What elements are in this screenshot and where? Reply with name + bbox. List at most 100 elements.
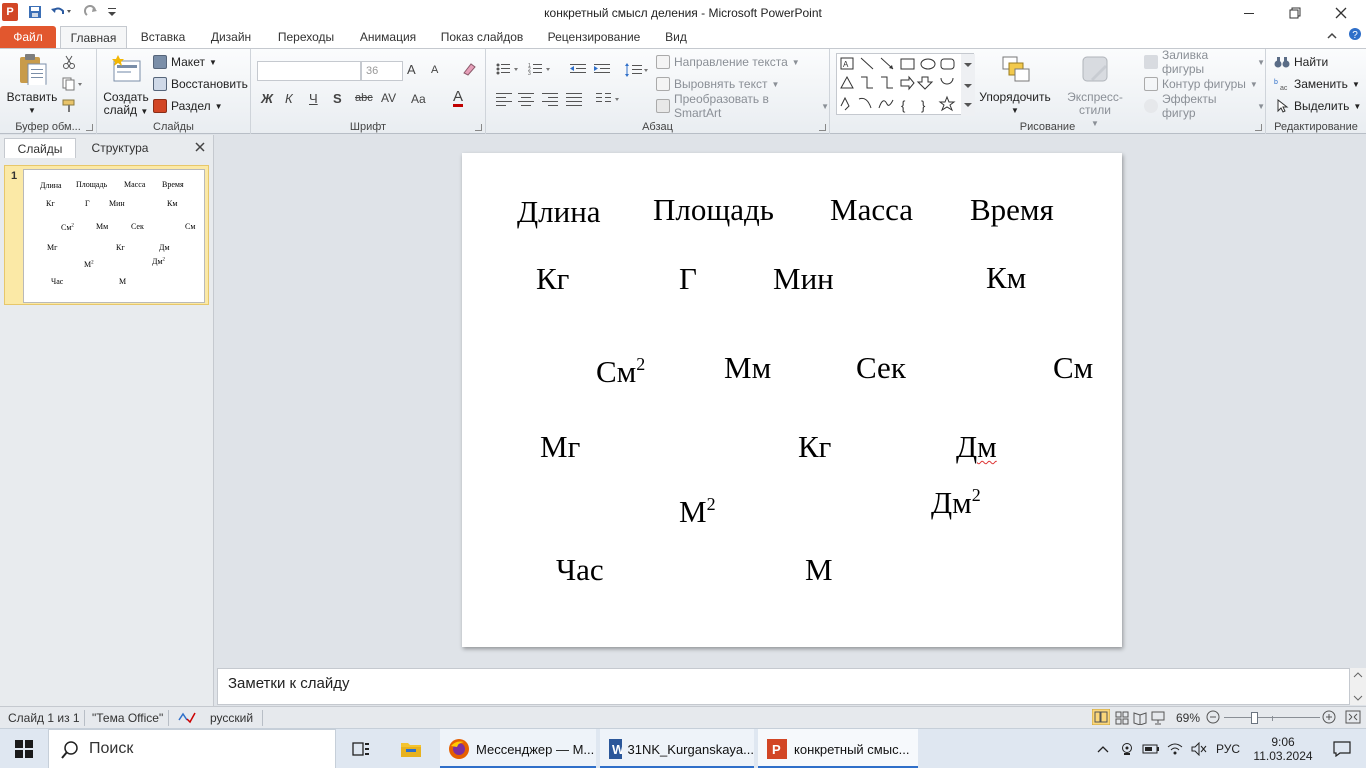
smartart-button[interactable]: Преобразовать в SmartArt ▼ [656, 92, 829, 120]
tray-clock[interactable]: 9:06 11.03.2024 [1248, 729, 1318, 768]
font-color-button[interactable]: A [453, 89, 464, 107]
minimize-ribbon-icon[interactable] [1322, 26, 1342, 48]
select-button[interactable]: Выделить ▼ [1274, 97, 1361, 115]
spellcheck-icon[interactable] [178, 710, 196, 727]
drawing-launcher-icon[interactable] [1255, 124, 1262, 131]
shrink-font-icon[interactable]: A [431, 64, 438, 76]
tray-volume-muted-icon[interactable] [1188, 729, 1210, 768]
paste-button[interactable]: Вставить ▼ [4, 53, 60, 117]
change-case-button[interactable]: Aa [411, 92, 426, 106]
slide-canvas[interactable]: Длина Площадь Масса Время Кг Г Мин Км См… [462, 153, 1122, 647]
strikethrough-button[interactable]: abc [355, 92, 373, 104]
replace-button[interactable]: b ac Заменить ▼ [1274, 75, 1360, 93]
tray-webcam-icon[interactable] [1116, 729, 1138, 768]
normal-view-icon[interactable] [1091, 708, 1111, 728]
shapes-gallery[interactable]: A { } [836, 53, 975, 116]
paragraph-launcher-icon[interactable] [819, 124, 826, 131]
layout-button[interactable]: Макет ▼ [153, 53, 217, 71]
notes-scrollbar[interactable] [1350, 668, 1366, 705]
word-cm-squared[interactable]: См2 [596, 355, 645, 389]
zoom-level[interactable]: 69% [1176, 711, 1200, 725]
character-spacing-button[interactable]: AV [381, 91, 396, 105]
word-area[interactable]: Площадь [653, 193, 774, 227]
align-center-icon[interactable] [518, 92, 534, 109]
word-kg-2[interactable]: Кг [798, 430, 831, 464]
line-spacing-icon[interactable] [624, 62, 650, 81]
shape-effects-button[interactable]: Эффекты фигур ▼ [1144, 92, 1265, 120]
new-slide-button[interactable]: Создать слайд ▼ [101, 53, 151, 118]
format-painter-icon[interactable] [62, 97, 76, 115]
close-button[interactable] [1318, 0, 1364, 26]
align-right-icon[interactable] [542, 92, 558, 109]
arrange-button[interactable]: Упорядочить ▼ [978, 53, 1052, 117]
theme-name[interactable]: "Тема Office" [92, 711, 163, 725]
tab-slideshow[interactable]: Показ слайдов [434, 26, 530, 48]
slideshow-view-icon[interactable] [1151, 711, 1165, 728]
quick-styles-button[interactable]: Экспресс-стили ▼ [1052, 53, 1138, 130]
slide-thumbnail-selected[interactable]: 1 Длина Площадь Масса Время Кг Г Мин Км … [4, 165, 209, 305]
grow-font-icon[interactable]: A [407, 62, 416, 77]
language-indicator[interactable]: русский [210, 711, 253, 725]
tray-language[interactable]: РУС [1212, 729, 1244, 768]
fit-to-window-icon[interactable] [1345, 710, 1361, 727]
word-mass[interactable]: Масса [830, 193, 913, 227]
tab-review[interactable]: Рецензирование [540, 26, 648, 48]
word-g[interactable]: Г [679, 262, 697, 296]
tab-view[interactable]: Вид [658, 26, 694, 48]
tray-wifi-icon[interactable] [1164, 729, 1186, 768]
taskbar-app-word[interactable]: W 31NK_Kurganskaya... [600, 729, 754, 768]
font-name-combo[interactable] [257, 61, 361, 81]
tab-animation[interactable]: Анимация [352, 26, 424, 48]
taskbar-app-messenger[interactable]: Мессенджер — М... [440, 729, 596, 768]
columns-icon[interactable] [596, 92, 622, 109]
word-mg[interactable]: Мг [540, 430, 580, 464]
font-launcher-icon[interactable] [475, 124, 482, 131]
tab-home[interactable]: Главная [60, 26, 127, 49]
word-hour[interactable]: Час [556, 553, 604, 587]
tab-outline-panel[interactable]: Структура [80, 138, 160, 158]
word-m-squared[interactable]: М2 [679, 495, 716, 529]
task-view-icon[interactable] [344, 729, 378, 768]
font-size-combo[interactable]: 36 [361, 61, 403, 81]
tray-chevron-icon[interactable] [1092, 729, 1114, 768]
clipboard-launcher-icon[interactable] [86, 124, 93, 131]
italic-button[interactable]: К [285, 91, 293, 106]
tab-insert[interactable]: Вставка [134, 26, 192, 48]
bullets-icon[interactable] [496, 62, 522, 79]
reading-view-icon[interactable] [1133, 711, 1147, 728]
restore-button[interactable] [1272, 0, 1318, 26]
shape-fill-button[interactable]: Заливка фигуры ▼ [1144, 48, 1265, 76]
bold-button[interactable]: Ж [261, 91, 273, 106]
minimize-button[interactable] [1226, 0, 1272, 26]
zoom-slider-thumb[interactable] [1251, 712, 1258, 724]
zoom-out-icon[interactable] [1206, 710, 1220, 727]
word-dm[interactable]: Дм [956, 430, 997, 464]
underline-button[interactable]: Ч [309, 91, 318, 106]
word-kg[interactable]: Кг [536, 262, 569, 296]
taskbar-search-box[interactable]: Поиск [48, 729, 336, 768]
tab-design[interactable]: Дизайн [202, 26, 260, 48]
shape-outline-button[interactable]: Контур фигуры ▼ [1144, 75, 1258, 93]
windows-start-icon[interactable] [0, 729, 48, 768]
section-button[interactable]: Раздел ▼ [153, 97, 223, 115]
close-panel-icon[interactable] [190, 138, 210, 158]
tab-file[interactable]: Файл [0, 26, 56, 48]
word-time[interactable]: Время [970, 193, 1054, 227]
shadow-button[interactable]: S [333, 91, 342, 106]
zoom-in-icon[interactable] [1322, 710, 1336, 727]
word-min[interactable]: Мин [773, 262, 834, 296]
file-explorer-icon[interactable] [392, 729, 432, 768]
word-dm-squared[interactable]: Дм2 [931, 486, 981, 520]
clear-formatting-icon[interactable] [461, 61, 477, 80]
word-cm[interactable]: См [1053, 351, 1093, 385]
word-mm[interactable]: Мм [724, 351, 771, 385]
notifications-icon[interactable] [1322, 729, 1362, 768]
align-left-icon[interactable] [496, 92, 512, 109]
reset-button[interactable]: Восстановить [153, 75, 248, 93]
word-length[interactable]: Длина [517, 195, 601, 229]
taskbar-app-powerpoint[interactable]: P конкретный смыс... [758, 729, 918, 768]
word-m[interactable]: М [805, 553, 833, 587]
tab-transitions[interactable]: Переходы [270, 26, 342, 48]
find-button[interactable]: Найти [1274, 53, 1328, 71]
word-sek[interactable]: Сек [856, 351, 906, 385]
